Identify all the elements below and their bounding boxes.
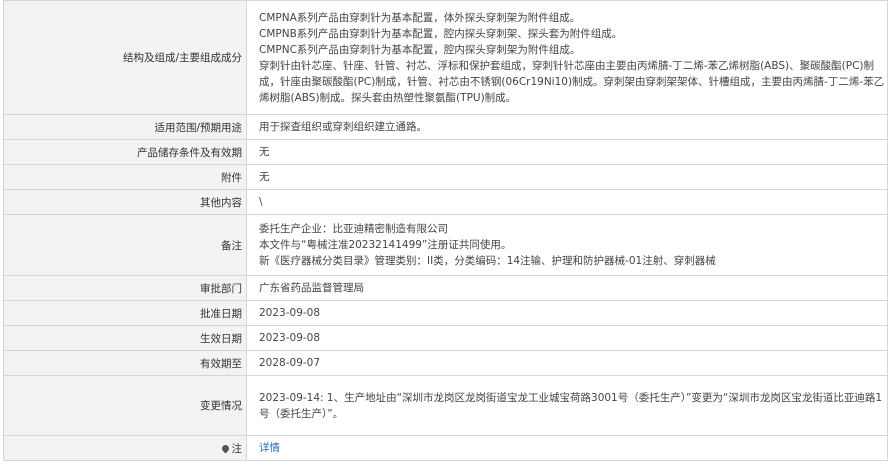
row-value-accessories: 无 bbox=[246, 164, 888, 190]
row-label-storage: 产品储存条件及有效期 bbox=[3, 139, 247, 165]
row-value-dept: 广东省药品监督管理局 bbox=[246, 275, 888, 301]
structure-line-1: CMPNA系列产品由穿刺针为基本配置，体外探头穿刺架为附件组成。 bbox=[259, 11, 581, 24]
row-value-note: 详情 bbox=[246, 435, 888, 461]
row-label-dept: 审批部门 bbox=[3, 275, 247, 301]
remarks-line-2: 本文件与“粤械注准20232141499”注册证共同使用。 bbox=[259, 239, 512, 251]
row-value-other: \ bbox=[246, 189, 888, 215]
table-row: 审批部门 广东省药品监督管理局 bbox=[3, 275, 888, 301]
row-value-changes: 2023-09-14: 1、生产地址由“深圳市龙岗区龙岗街道宝龙工业城宝荷路30… bbox=[246, 375, 888, 436]
row-label-note: 注 bbox=[3, 435, 247, 461]
row-label-other: 其他内容 bbox=[3, 189, 247, 215]
row-value-approval-date: 2023-09-08 bbox=[246, 300, 888, 326]
note-label: 注 bbox=[231, 442, 243, 455]
row-value-structure: CMPNA系列产品由穿刺针为基本配置，体外探头穿刺架为附件组成。 CMPNB系列… bbox=[246, 0, 888, 115]
structure-line-4: 穿刺针由针芯座、针座、针管、衬芯、浮标和保护套组成，穿刺针针芯座由主要由丙烯腈-… bbox=[259, 59, 885, 104]
table-row: 产品储存条件及有效期 无 bbox=[3, 139, 888, 165]
structure-line-3: CMPNC系列产品由穿刺针为基本配置，腔内探头穿刺架为附件组成。 bbox=[259, 43, 581, 56]
registration-info-table: 结构及组成/主要组成成分 CMPNA系列产品由穿刺针为基本配置，体外探头穿刺架为… bbox=[3, 0, 888, 461]
row-label-approval-date: 批准日期 bbox=[3, 300, 247, 326]
table-row: 适用范围/预期用途 用于探查组织或穿刺组织建立通路。 bbox=[3, 114, 888, 140]
row-label-effective-date: 生效日期 bbox=[3, 325, 247, 351]
table-row: 注 详情 bbox=[3, 435, 888, 461]
table-row: 批准日期 2023-09-08 bbox=[3, 300, 888, 326]
structure-line-2: CMPNB系列产品由穿刺针为基本配置，腔内探头穿刺架、探头套为附件组成。 bbox=[259, 27, 623, 40]
remarks-line-1: 委托生产企业：比亚迪精密制造有限公司 bbox=[259, 223, 448, 235]
row-value-effective-date: 2023-09-08 bbox=[246, 325, 888, 351]
row-value-remarks: 委托生产企业：比亚迪精密制造有限公司 本文件与“粤械注准20232141499”… bbox=[246, 214, 888, 276]
remarks-line-3: 新《医疗器械分类目录》管理类别：II类，分类编码：14注输、护理和防护器械-01… bbox=[259, 255, 716, 267]
row-label-expiry: 有效期至 bbox=[3, 350, 247, 376]
row-label-changes: 变更情况 bbox=[3, 375, 247, 436]
row-value-storage: 无 bbox=[246, 139, 888, 165]
details-link[interactable]: 详情 bbox=[259, 442, 280, 454]
table-row: 有效期至 2028-09-07 bbox=[3, 350, 888, 376]
row-value-scope: 用于探查组织或穿刺组织建立通路。 bbox=[246, 114, 888, 140]
map-pin-icon bbox=[220, 443, 230, 453]
row-label-accessories: 附件 bbox=[3, 164, 247, 190]
table-row: 其他内容 \ bbox=[3, 189, 888, 215]
table-row: 备注 委托生产企业：比亚迪精密制造有限公司 本文件与“粤械注准202321414… bbox=[3, 214, 888, 276]
row-label-scope: 适用范围/预期用途 bbox=[3, 114, 247, 140]
row-label-remarks: 备注 bbox=[3, 214, 247, 276]
row-value-expiry: 2028-09-07 bbox=[246, 350, 888, 376]
table-row: 附件 无 bbox=[3, 164, 888, 190]
table-row: 结构及组成/主要组成成分 CMPNA系列产品由穿刺针为基本配置，体外探头穿刺架为… bbox=[3, 0, 888, 115]
table-row: 变更情况 2023-09-14: 1、生产地址由“深圳市龙岗区龙岗街道宝龙工业城… bbox=[3, 375, 888, 436]
row-label-structure: 结构及组成/主要组成成分 bbox=[3, 0, 247, 115]
table-row: 生效日期 2023-09-08 bbox=[3, 325, 888, 351]
